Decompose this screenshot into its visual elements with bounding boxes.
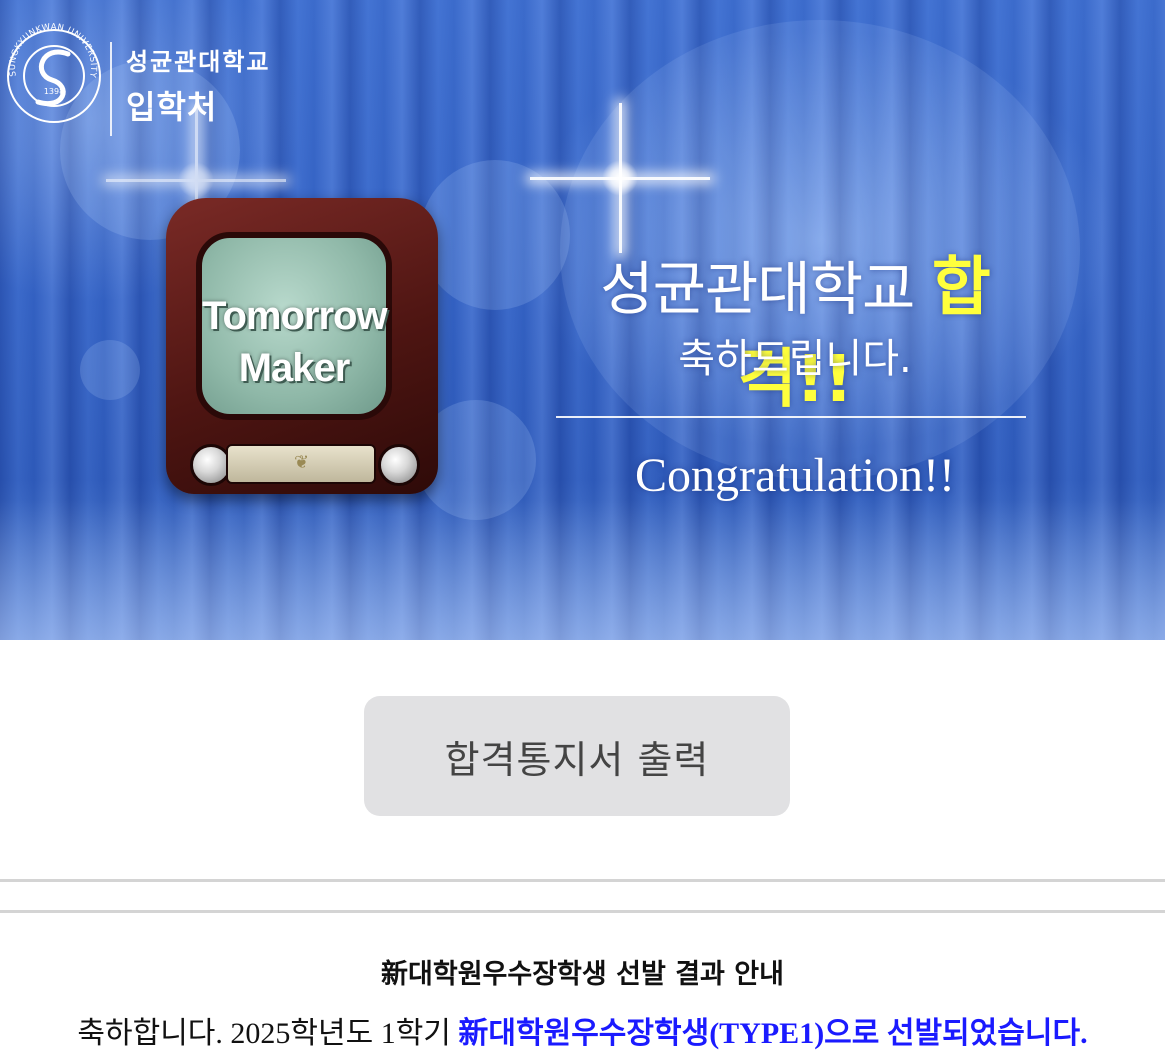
tv-knob-icon	[378, 444, 420, 486]
section-divider	[0, 910, 1165, 913]
tv-control-panel: ❦	[226, 444, 376, 484]
scholarship-notice-message: 축하합니다. 2025학년도 1학기 新대학원우수장학생(TYPE1)으로 선발…	[0, 1008, 1165, 1052]
congratulations-subline: 축하드립니다.	[678, 336, 912, 382]
retro-tv-illustration: Tomorrow Maker ❦	[166, 198, 438, 494]
tv-emblem-icon: ❦	[294, 452, 310, 473]
print-acceptance-letter-button[interactable]: 합격통지서 출력	[364, 696, 790, 816]
notice-message-plain: 축하합니다. 2025학년도 1학기	[77, 1017, 459, 1050]
tv-screen: Tomorrow Maker	[196, 232, 392, 420]
university-seal-icon: SUNGKYUNKWAN UNIVERSITY 1398	[7, 22, 101, 123]
svg-text:1398: 1398	[44, 87, 64, 96]
scholarship-notice-title: 新대학원우수장학생 선발 결과 안내	[381, 959, 784, 990]
logo-divider	[110, 42, 112, 136]
congratulation-text: Congratulation!!	[635, 449, 955, 502]
tv-slogan-line2: Maker	[238, 346, 351, 390]
section-divider	[0, 879, 1165, 882]
tv-slogan-line1: Tomorrow	[202, 294, 388, 338]
bokeh-light	[420, 160, 570, 310]
bokeh-light	[80, 340, 140, 400]
banner-divider	[556, 416, 1026, 418]
notice-message-emphasis: 新대학원우수장학생(TYPE1)으로 선발되었습니다.	[458, 1017, 1088, 1050]
congratulations-banner: SUNGKYUNKWAN UNIVERSITY 1398 성균관대학교 입학처 …	[0, 0, 1165, 640]
admissions-office-name: 입학처	[126, 88, 218, 126]
university-logo: SUNGKYUNKWAN UNIVERSITY 1398 성균관대학교 입학처	[0, 14, 300, 136]
tv-slogan: Tomorrow Maker	[202, 290, 388, 394]
headline-university: 성균관대학교	[600, 255, 932, 323]
university-name: 성균관대학교	[126, 48, 271, 76]
stage-glow	[0, 500, 1165, 640]
